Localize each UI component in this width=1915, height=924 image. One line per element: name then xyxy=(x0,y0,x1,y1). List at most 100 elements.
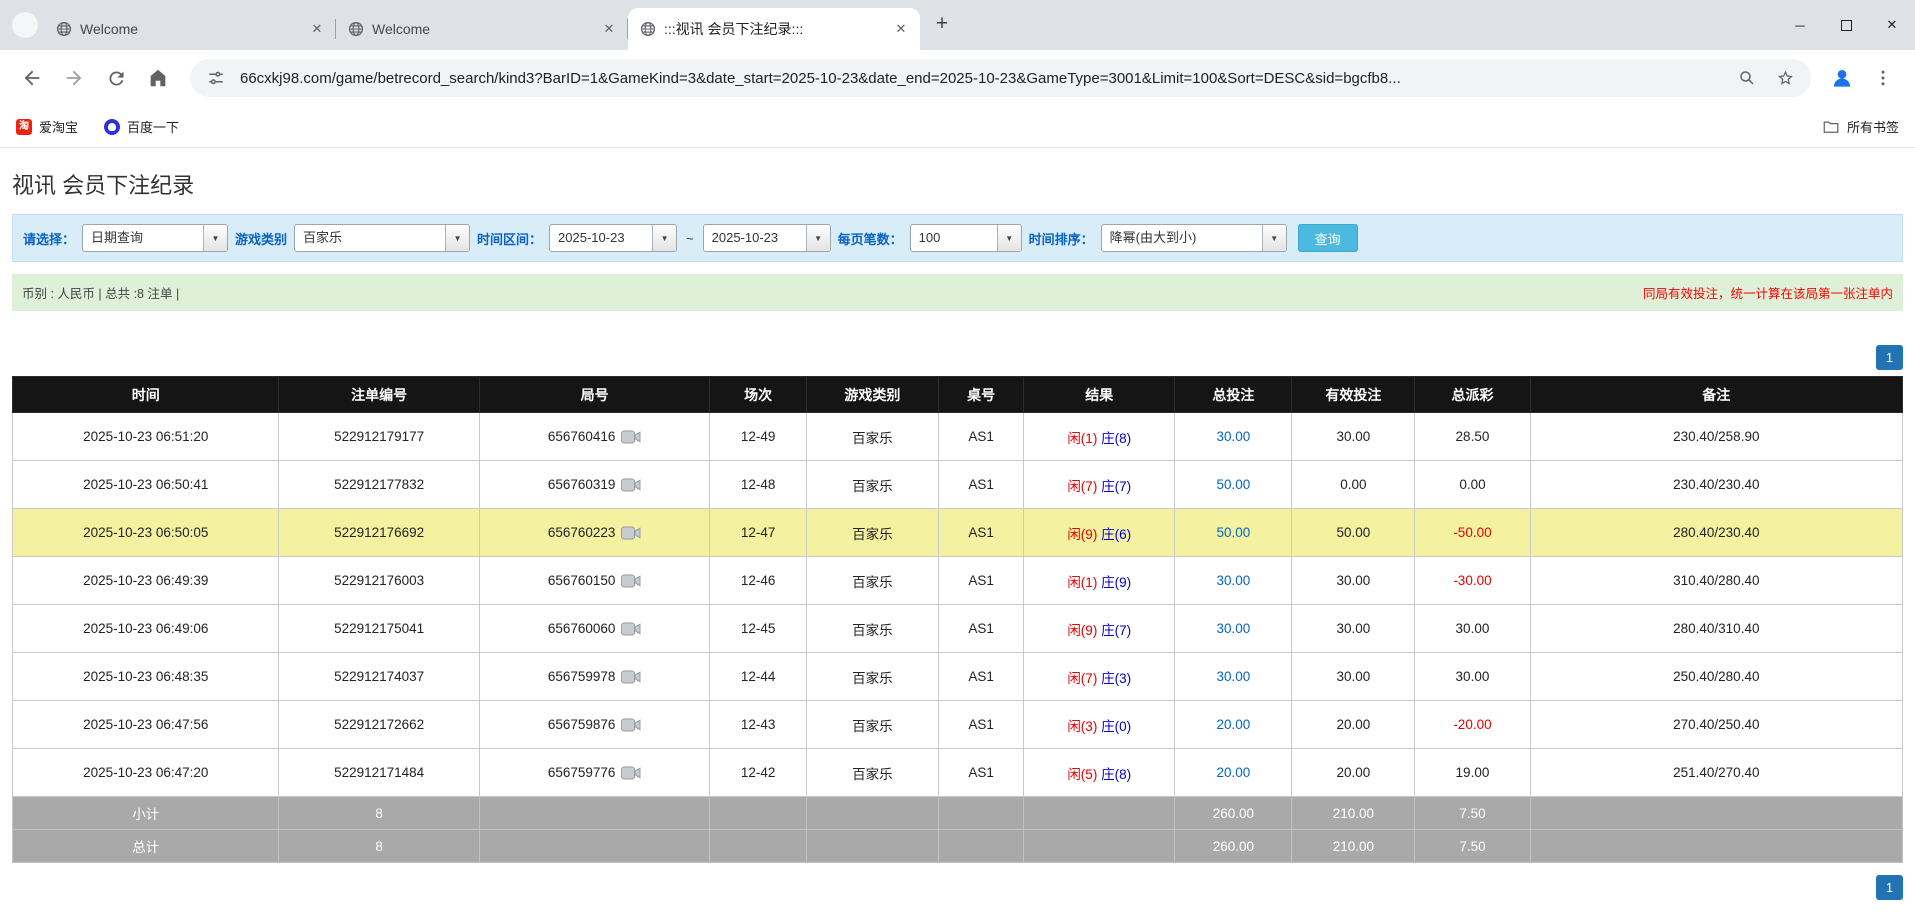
table-row[interactable]: 2025-10-23 06:50:05 522912176692 656760223… xyxy=(11,508,1904,557)
table-row[interactable]: 2025-10-23 06:51:20 522912179177 656760416… xyxy=(11,412,1904,461)
chevron-down-icon[interactable]: ▼ xyxy=(652,225,677,251)
table-row[interactable]: 2025-10-23 06:47:20 522912171484 656759776… xyxy=(11,748,1904,797)
pagination-bottom: 1 xyxy=(12,875,1903,900)
per-page-select[interactable]: 100 ▼ xyxy=(909,224,1022,252)
query-button[interactable]: 查询 xyxy=(1297,224,1358,252)
cell-valid-bet: 30.00 xyxy=(1291,556,1416,605)
new-tab-button[interactable]: + xyxy=(928,11,956,39)
page-button-1[interactable]: 1 xyxy=(1876,875,1903,900)
total-bet-link[interactable]: 30.00 xyxy=(1216,429,1250,444)
total-bet-link[interactable]: 50.00 xyxy=(1216,525,1250,540)
chevron-down-icon[interactable]: ▼ xyxy=(805,225,830,251)
page-button-1[interactable]: 1 xyxy=(1876,345,1903,370)
close-tab-icon[interactable]: ✕ xyxy=(600,20,618,38)
total-bet-link[interactable]: 20.00 xyxy=(1216,717,1250,732)
close-tab-icon[interactable]: ✕ xyxy=(892,20,910,38)
table-row[interactable]: 2025-10-23 06:49:39 522912176003 656760150… xyxy=(11,556,1904,605)
cell-total-bet: 50.00 xyxy=(1174,460,1293,509)
close-window-button[interactable]: ✕ xyxy=(1869,0,1915,50)
result-banker: 庄(7) xyxy=(1101,478,1132,494)
forward-icon[interactable] xyxy=(56,60,92,96)
table-row[interactable]: 2025-10-23 06:47:56 522912172662 656759876… xyxy=(11,700,1904,749)
tab-search-button[interactable] xyxy=(12,12,38,38)
table-row[interactable]: 2025-10-23 06:49:06 522912175041 656760060… xyxy=(11,604,1904,653)
video-icon[interactable] xyxy=(621,718,641,732)
cell-total-bet: 20.00 xyxy=(1174,748,1293,797)
cell-session: 12-47 xyxy=(709,508,807,557)
cell-remark: 251.40/270.40 xyxy=(1529,748,1904,797)
cell-bet-id: 522912177832 xyxy=(278,460,480,509)
bookmark-star-icon[interactable] xyxy=(1771,64,1799,92)
video-icon[interactable] xyxy=(621,622,641,636)
result-banker: 庄(0) xyxy=(1101,718,1132,734)
cell-time: 2025-10-23 06:47:56 xyxy=(11,700,280,749)
total-count: 8 xyxy=(278,829,480,863)
chevron-down-icon[interactable]: ▼ xyxy=(1261,225,1286,251)
sort-select[interactable]: 降幂(由大到小) ▼ xyxy=(1100,224,1287,252)
tab-bet-record[interactable]: :::视讯 会员下注纪录::: ✕ xyxy=(628,8,920,50)
video-icon[interactable] xyxy=(621,478,641,492)
summary-bar: 币别 : 人民币 | 总共 :8 注单 | 同局有效投注，统一计算在该局第一张注… xyxy=(12,274,1903,311)
round-id-text: 656759876 xyxy=(547,717,616,732)
total-bet-link[interactable]: 30.00 xyxy=(1216,669,1250,684)
menu-kebab-icon[interactable] xyxy=(1865,60,1901,96)
round-id-text: 656760223 xyxy=(547,525,616,540)
game-type-select[interactable]: 百家乐 ▼ xyxy=(294,224,471,252)
home-icon[interactable] xyxy=(140,60,176,96)
cell-payout: -30.00 xyxy=(1414,556,1531,605)
back-icon[interactable] xyxy=(14,60,50,96)
total-bet-link[interactable]: 20.00 xyxy=(1216,765,1250,780)
cell-payout: 28.50 xyxy=(1414,412,1531,461)
round-id-text: 656760416 xyxy=(547,429,616,444)
chevron-down-icon[interactable]: ▼ xyxy=(203,225,228,251)
date-range-label: 时间区间： xyxy=(477,231,543,247)
minimize-button[interactable]: ─ xyxy=(1777,0,1823,50)
maximize-button[interactable] xyxy=(1823,0,1869,50)
cell-session: 12-45 xyxy=(709,604,807,653)
profile-avatar-icon[interactable] xyxy=(1825,61,1859,95)
video-icon[interactable] xyxy=(621,574,641,588)
total-bet-link[interactable]: 50.00 xyxy=(1216,477,1250,492)
table-row[interactable]: 2025-10-23 06:50:41 522912177832 656760319… xyxy=(11,460,1904,509)
globe-icon xyxy=(640,21,656,37)
url-bar[interactable]: 66cxkj98.com/game/betrecord_search/kind3… xyxy=(190,59,1811,97)
tab-welcome-1[interactable]: Welcome ✕ xyxy=(44,8,336,50)
tab-welcome-2[interactable]: Welcome ✕ xyxy=(336,8,628,50)
table-row[interactable]: 2025-10-23 06:48:35 522912174037 656759978… xyxy=(11,652,1904,701)
result-banker: 庄(8) xyxy=(1101,766,1132,782)
bookmark-baidu[interactable]: 百度一下 xyxy=(104,117,179,136)
url-text: 66cxkj98.com/game/betrecord_search/kind3… xyxy=(240,69,1401,87)
reload-icon[interactable] xyxy=(98,60,134,96)
result-banker: 庄(7) xyxy=(1101,622,1132,638)
result-banker: 庄(3) xyxy=(1101,670,1132,686)
bookmark-aitaobao[interactable]: 淘 爱淘宝 xyxy=(16,117,78,136)
video-icon[interactable] xyxy=(621,670,641,684)
cell-valid-bet: 0.00 xyxy=(1291,460,1416,509)
chevron-down-icon[interactable]: ▼ xyxy=(445,225,470,251)
all-bookmarks-button[interactable]: 所有书签 xyxy=(1822,117,1899,136)
video-icon[interactable] xyxy=(621,766,641,780)
date-start-picker[interactable]: 2025-10-23 ▼ xyxy=(549,224,678,252)
close-tab-icon[interactable]: ✕ xyxy=(308,20,326,38)
globe-icon xyxy=(348,21,364,37)
chevron-down-icon[interactable]: ▼ xyxy=(996,225,1021,251)
cell-session: 12-46 xyxy=(709,556,807,605)
cell-valid-bet: 20.00 xyxy=(1291,700,1416,749)
bookmarks-bar: 淘 爱淘宝 百度一下 所有书签 xyxy=(0,106,1915,148)
total-bet-link[interactable]: 30.00 xyxy=(1216,621,1250,636)
zoom-icon[interactable] xyxy=(1733,64,1761,92)
game-type-label: 游戏类别 xyxy=(235,231,288,247)
cell-time: 2025-10-23 06:51:20 xyxy=(11,412,280,461)
query-type-select[interactable]: 日期查询 ▼ xyxy=(82,224,229,252)
result-player: 闲(3) xyxy=(1067,718,1098,734)
payout-value: 30.00 xyxy=(1455,621,1490,636)
cell-total-bet: 50.00 xyxy=(1174,508,1293,557)
site-info-icon[interactable] xyxy=(202,64,230,92)
video-icon[interactable] xyxy=(621,526,641,540)
payout-value: -30.00 xyxy=(1453,573,1492,588)
date-end-picker[interactable]: 2025-10-23 ▼ xyxy=(702,224,831,252)
total-bet-link[interactable]: 30.00 xyxy=(1216,573,1250,588)
result-player: 闲(9) xyxy=(1067,622,1098,638)
video-icon[interactable] xyxy=(621,430,641,444)
cell-remark: 310.40/280.40 xyxy=(1529,556,1904,605)
